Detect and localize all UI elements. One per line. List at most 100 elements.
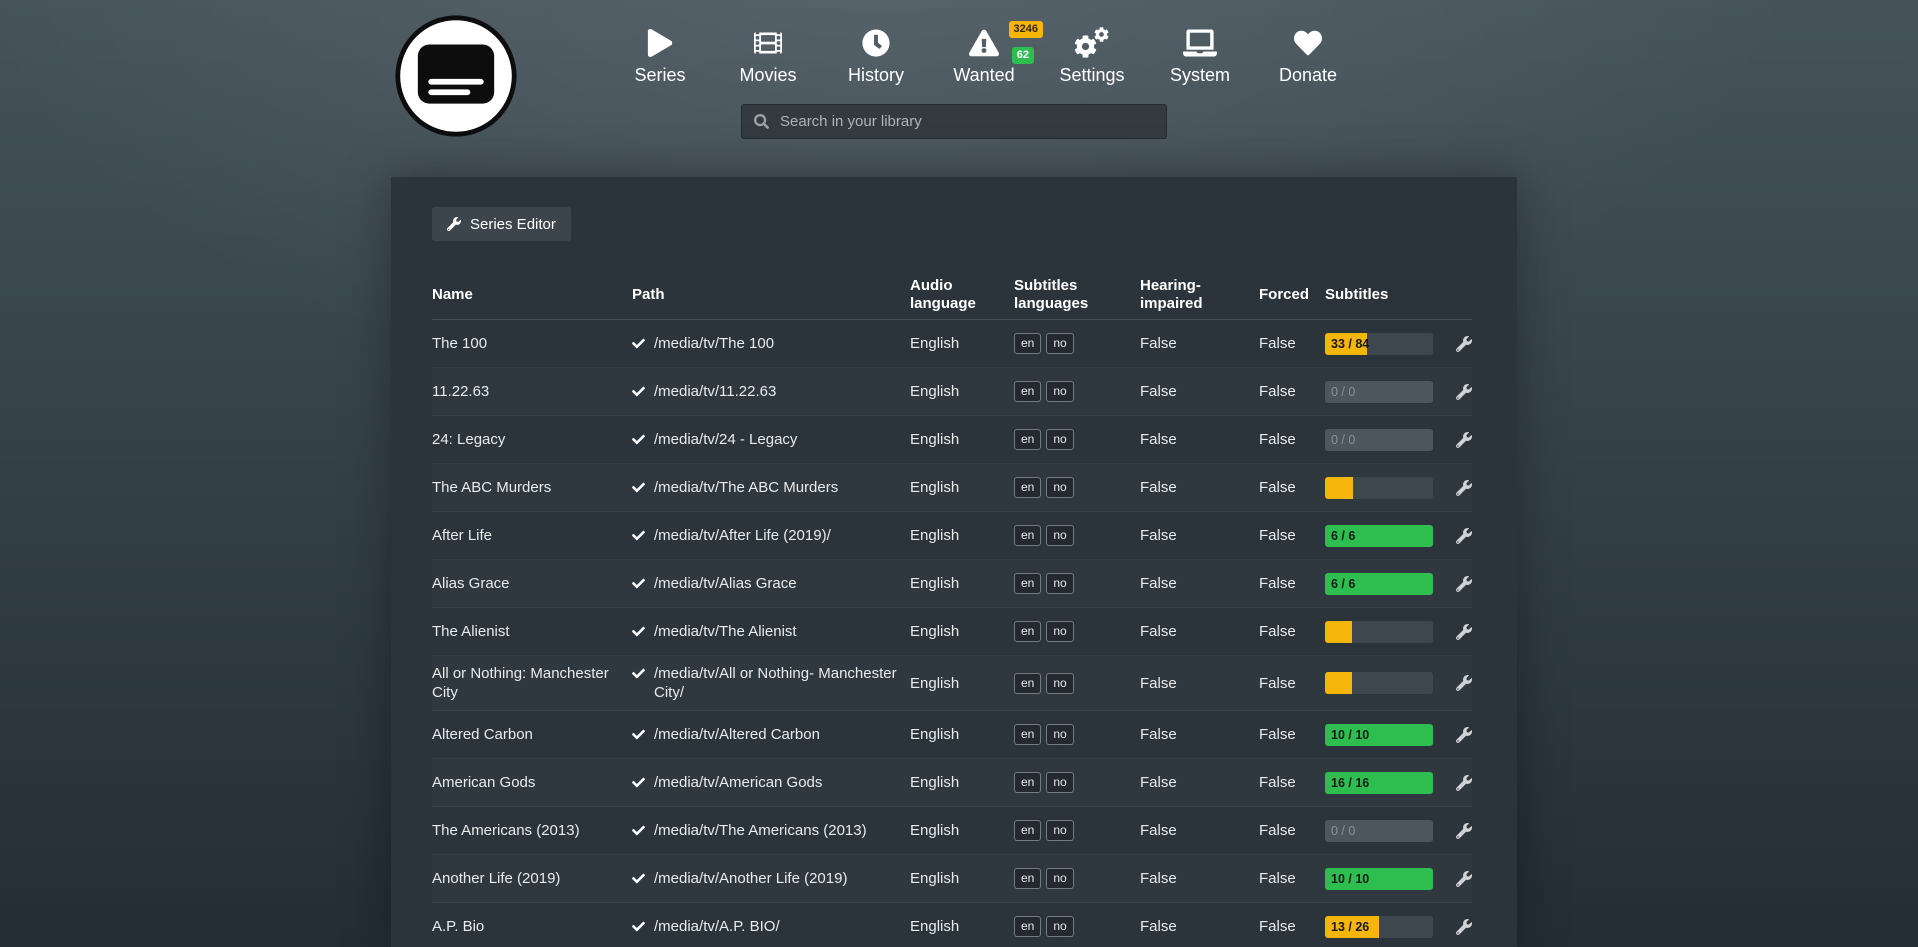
table-row: The ABC Murders /media/tv/The ABC Murder… xyxy=(432,464,1472,512)
series-name: After Life xyxy=(432,526,632,545)
table-row: 24: Legacy /media/tv/24 - Legacy English… xyxy=(432,416,1472,464)
language-badge: en xyxy=(1014,333,1041,354)
series-table-body: The 100 /media/tv/The 100 English en no … xyxy=(432,320,1472,947)
progress-bar: 33 / 84 xyxy=(1325,333,1433,355)
library-search xyxy=(741,104,1167,139)
check-icon xyxy=(632,667,645,680)
series-path: /media/tv/The Americans (2013) xyxy=(632,821,910,840)
nav-item-system[interactable]: System xyxy=(1155,28,1245,86)
nav-item-movies[interactable]: Movies xyxy=(723,28,813,86)
series-path: /media/tv/24 - Legacy xyxy=(632,430,910,449)
language-badge: no xyxy=(1046,772,1073,793)
wrench-icon[interactable] xyxy=(1456,675,1472,691)
subtitles-progress-cell: 10 / 10 xyxy=(1325,868,1456,890)
path-text: /media/tv/The Alienist xyxy=(654,622,797,641)
progress-fill xyxy=(1325,672,1352,694)
subtitles-languages-cell: en no xyxy=(1014,724,1140,745)
series-path: /media/tv/The 100 xyxy=(632,334,910,353)
film-icon xyxy=(753,28,783,58)
path-text: /media/tv/The ABC Murders xyxy=(654,478,838,497)
path-text: /media/tv/After Life (2019)/ xyxy=(654,526,831,545)
progress-text: 0 / 0 xyxy=(1331,429,1355,451)
check-icon xyxy=(632,824,645,837)
subtitles-languages-cell: en no xyxy=(1014,525,1140,546)
progress-text: 6 / 6 xyxy=(1331,525,1355,547)
row-actions xyxy=(1456,823,1472,839)
series-path: /media/tv/All or Nothing- Manchester Cit… xyxy=(632,664,910,702)
audio-language-value: English xyxy=(910,335,1014,352)
nav-item-donate[interactable]: Donate xyxy=(1263,28,1353,86)
subtitles-languages-cell: en no xyxy=(1014,868,1140,889)
series-path: /media/tv/American Gods xyxy=(632,773,910,792)
app-logo[interactable] xyxy=(394,14,518,138)
language-badge: no xyxy=(1046,573,1073,594)
progress-bar: 6 / 6 xyxy=(1325,525,1433,547)
path-text: /media/tv/American Gods xyxy=(654,773,822,792)
row-actions xyxy=(1456,384,1472,400)
subtitles-languages-cell: en no xyxy=(1014,673,1140,694)
hearing-impaired-value: False xyxy=(1140,479,1259,496)
subtitles-languages-cell: en no xyxy=(1014,333,1140,354)
audio-language-value: English xyxy=(910,822,1014,839)
subtitles-progress-cell: 13 / 26 xyxy=(1325,916,1456,938)
nav-item-series[interactable]: Series xyxy=(615,28,705,86)
language-badge: en xyxy=(1014,381,1041,402)
wrench-icon[interactable] xyxy=(1456,432,1472,448)
main-nav: Series Movies History 3246 62 Wanted Set… xyxy=(615,28,1353,86)
wrench-icon[interactable] xyxy=(1456,480,1472,496)
language-badge: en xyxy=(1014,621,1041,642)
subtitles-progress-cell: 0 / 0 xyxy=(1325,429,1456,451)
series-name: Altered Carbon xyxy=(432,725,632,744)
check-icon xyxy=(632,529,645,542)
audio-language-value: English xyxy=(910,479,1014,496)
table-header-row: Name Path Audio language Subtitles langu… xyxy=(432,277,1472,320)
search-input[interactable] xyxy=(778,112,1154,131)
wrench-icon[interactable] xyxy=(1456,727,1472,743)
wrench-icon[interactable] xyxy=(1456,919,1472,935)
nav-item-history[interactable]: History xyxy=(831,28,921,86)
wanted-count-badge-secondary: 62 xyxy=(1012,47,1034,64)
table-row: A.P. Bio /media/tv/A.P. BIO/ English en … xyxy=(432,903,1472,947)
wrench-icon[interactable] xyxy=(1456,528,1472,544)
wrench-icon[interactable] xyxy=(1456,576,1472,592)
wrench-icon[interactable] xyxy=(1456,775,1472,791)
language-badge: no xyxy=(1046,868,1073,889)
series-path: /media/tv/The ABC Murders xyxy=(632,478,910,497)
wrench-icon xyxy=(447,217,461,231)
series-editor-label: Series Editor xyxy=(470,216,556,233)
check-icon xyxy=(632,337,645,350)
path-text: /media/tv/A.P. BIO/ xyxy=(654,917,780,936)
wrench-icon[interactable] xyxy=(1456,624,1472,640)
search-icon xyxy=(754,114,769,129)
nav-label: System xyxy=(1170,65,1230,86)
wrench-icon[interactable] xyxy=(1456,336,1472,352)
wrench-icon[interactable] xyxy=(1456,823,1472,839)
check-icon xyxy=(632,481,645,494)
hearing-impaired-value: False xyxy=(1140,623,1259,640)
language-badge: en xyxy=(1014,477,1041,498)
language-badge: en xyxy=(1014,525,1041,546)
table-row: The Americans (2013) /media/tv/The Ameri… xyxy=(432,807,1472,855)
wrench-icon[interactable] xyxy=(1456,871,1472,887)
hearing-impaired-value: False xyxy=(1140,575,1259,592)
table-row: American Gods /media/tv/American Gods En… xyxy=(432,759,1472,807)
subtitles-languages-cell: en no xyxy=(1014,916,1140,937)
language-badge: no xyxy=(1046,429,1073,450)
series-name: Another Life (2019) xyxy=(432,869,632,888)
series-editor-button[interactable]: Series Editor xyxy=(432,207,571,241)
laptop-icon xyxy=(1183,28,1217,58)
series-name: Alias Grace xyxy=(432,574,632,593)
path-text: /media/tv/11.22.63 xyxy=(654,382,776,401)
check-icon xyxy=(632,625,645,638)
wrench-icon[interactable] xyxy=(1456,384,1472,400)
language-badge: no xyxy=(1046,724,1073,745)
progress-bar: 16 / 16 xyxy=(1325,772,1433,794)
forced-value: False xyxy=(1259,575,1325,592)
progress-bar: 10 / 10 xyxy=(1325,724,1433,746)
nav-item-settings[interactable]: Settings xyxy=(1047,28,1137,86)
progress-bar: 0 / 0 xyxy=(1325,381,1433,403)
header-path: Path xyxy=(632,286,910,304)
series-path: /media/tv/Another Life (2019) xyxy=(632,869,910,888)
table-row: The 100 /media/tv/The 100 English en no … xyxy=(432,320,1472,368)
nav-item-wanted[interactable]: 3246 62 Wanted xyxy=(939,28,1029,86)
